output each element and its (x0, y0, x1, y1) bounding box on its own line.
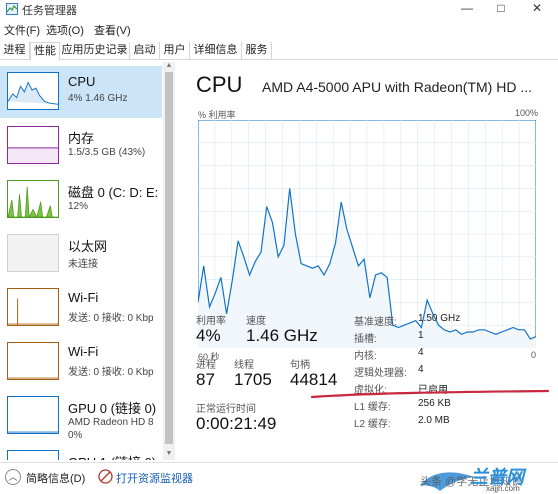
detail-key: 插槽: (354, 334, 377, 345)
menu-bar: 文件(F) 选项(O) 查看(V) (0, 20, 558, 38)
detail-key: 内核: (354, 351, 377, 362)
tab-bar: 进程 性能 应用历史记录 启动 用户 详细信息 服务 (0, 40, 558, 61)
sidebar-item-subtitle: 发送: 0 接收: 0 Kbp (68, 313, 154, 324)
ethernet-thumbnail-graph (7, 234, 59, 272)
sidebar-item-subtitle: 4% 1.46 GHz (68, 93, 128, 104)
page-title: CPU (196, 72, 243, 97)
tab-users[interactable]: 用户 (160, 42, 190, 60)
tab-performance[interactable]: 性能 (30, 42, 60, 61)
footer-bar: ︿ 简略信息(D) 打开资源监视器 头条 @学无止境知识 兰普网 xajjn.c… (0, 462, 558, 494)
sidebar-item-subtitle: 发送: 0 接收: 0 Kbp (68, 367, 154, 378)
menu-file[interactable]: 文件(F) (4, 22, 40, 38)
maximize-button[interactable]: □ (484, 0, 518, 18)
sidebar-item-gpu-0[interactable]: GPU 0 (链接 0) AMD Radeon HD 8 0% (0, 390, 162, 442)
cpu-detail-panel: CPU AMD A4-5000 APU with Radeon(TM) HD .… (186, 62, 558, 462)
scrollbar-thumb[interactable] (165, 72, 173, 444)
sidebar-item-title: 磁盘 0 (C: D: E: (68, 185, 159, 200)
detail-value: 1 (418, 330, 424, 341)
sidebar-scrollbar[interactable]: ▲ ▼ (163, 62, 175, 460)
sidebar-item-title: Wi-Fi (68, 344, 99, 359)
menu-view[interactable]: 查看(V) (94, 22, 131, 38)
tab-processes[interactable]: 进程 (0, 42, 30, 60)
sidebar-item-title: CPU (68, 74, 96, 89)
sidebar-item-title: Wi-Fi (68, 290, 99, 305)
chevron-up-icon[interactable]: ︿ (5, 469, 21, 485)
utilization-label: 利用率 (196, 316, 226, 327)
window-title: 任务管理器 (22, 5, 77, 17)
close-button[interactable]: ✕ (520, 0, 554, 18)
disk-thumbnail-graph (7, 180, 59, 218)
handles-label: 句柄 (290, 360, 310, 371)
detail-value: 2.0 MB (418, 415, 450, 426)
cpu-thumbnail-graph (7, 72, 59, 110)
graph-x-end: 0 (530, 350, 536, 360)
uptime-value: 0:00:21:49 (196, 414, 277, 433)
wifi-thumbnail-graph (7, 288, 59, 326)
sidebar-item-subtitle: 12% (68, 201, 89, 212)
detail-value: 1.50 GHz (418, 313, 461, 324)
processes-label: 进程 (196, 360, 216, 371)
sidebar-item-subtitle: AMD Radeon HD 8 (68, 417, 154, 428)
sidebar-item-usage: 0% (68, 430, 83, 441)
sidebar-item-subtitle: 1.5/3.5 GB (43%) (68, 147, 146, 158)
sidebar-item-wifi-2[interactable]: Wi-Fi 发送: 0 接收: 0 Kbp (0, 336, 162, 388)
sidebar-item-memory[interactable]: 内存 1.5/3.5 GB (43%) (0, 120, 162, 172)
sidebar-item-disk[interactable]: 磁盘 0 (C: D: E: 12% (0, 174, 162, 226)
sidebar-item-title: GPU 1 (链接 0) (68, 452, 156, 460)
uptime-label: 正常运行时间 (196, 404, 256, 415)
threads-value: 1705 (234, 370, 272, 389)
open-resource-monitor-link[interactable]: 打开资源监视器 (116, 470, 193, 486)
cpu-model-name: AMD A4-5000 APU with Radeon(TM) HD ... (262, 79, 532, 95)
sidebar-item-cpu[interactable]: CPU 4% 1.46 GHz (0, 66, 162, 118)
speed-value: 1.46 GHz (246, 326, 318, 345)
handles-value: 44814 (290, 370, 338, 389)
detail-key: 基准速度: (354, 317, 397, 328)
menu-options[interactable]: 选项(O) (46, 22, 84, 38)
utilization-value: 4% (196, 326, 221, 345)
task-manager-icon (6, 3, 18, 15)
memory-thumbnail-graph (7, 126, 59, 164)
sidebar-item-title: GPU 0 (链接 0) (68, 401, 157, 416)
fewer-details-link[interactable]: 简略信息(D) (26, 470, 85, 486)
tab-app-history[interactable]: 应用历史记录 (60, 42, 130, 60)
sidebar-item-wifi-1[interactable]: Wi-Fi 发送: 0 接收: 0 Kbp (0, 282, 162, 334)
wifi-thumbnail-graph (7, 342, 59, 380)
annotation-underline (310, 389, 550, 399)
threads-label: 线程 (234, 360, 254, 371)
minimize-button[interactable]: — (450, 0, 484, 18)
graph-y-max: 100% (514, 108, 538, 118)
sidebar-item-gpu-1[interactable]: GPU 1 (链接 0) (0, 444, 162, 460)
sidebar-item-ethernet[interactable]: 以太网 未连接 (0, 228, 162, 280)
tab-details[interactable]: 详细信息 (190, 42, 242, 60)
sidebar-item-subtitle: 未连接 (68, 259, 98, 270)
detail-key: 逻辑处理器: (354, 368, 407, 379)
tab-services[interactable]: 服务 (242, 42, 272, 60)
tab-startup[interactable]: 启动 (130, 42, 160, 60)
sidebar-item-title: 内存 (68, 131, 95, 146)
detail-value: 4 (418, 364, 424, 375)
gpu-thumbnail-graph (7, 396, 59, 434)
scroll-down-icon[interactable]: ▼ (163, 450, 175, 460)
watermark-url: xajjn.com (486, 484, 520, 493)
scroll-up-icon[interactable]: ▲ (163, 62, 175, 72)
processes-value: 87 (196, 370, 215, 389)
resource-monitor-icon (98, 469, 113, 484)
detail-value: 4 (418, 347, 424, 358)
title-bar: 任务管理器 — □ ✕ (0, 0, 558, 18)
sidebar-item-title: 以太网 (68, 239, 108, 254)
speed-label: 速度 (246, 316, 266, 327)
gpu-thumbnail-graph (7, 450, 59, 460)
detail-key: L1 缓存: (354, 402, 391, 413)
detail-key: L2 缓存: (354, 419, 391, 430)
resource-sidebar: CPU 4% 1.46 GHz 内存 1.5/3.5 GB (43%) 磁盘 0… (0, 62, 176, 460)
